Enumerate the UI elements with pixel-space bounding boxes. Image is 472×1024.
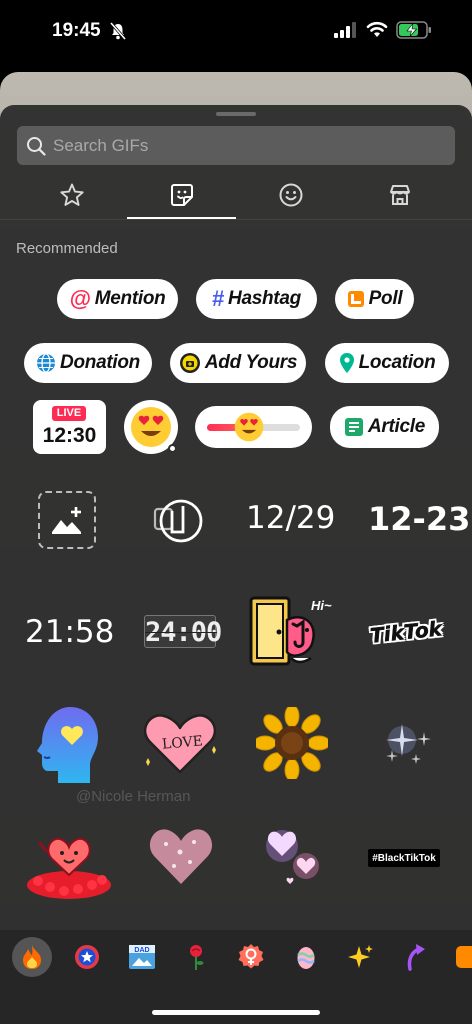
tray-item-arrow[interactable]: [396, 937, 436, 977]
sunflower-icon: [253, 704, 331, 782]
flip-clock-sticker[interactable]: 24:00: [144, 615, 222, 648]
wifi-icon: [366, 21, 388, 37]
heart-eyes-emoji-icon: [131, 407, 171, 447]
cellular-signal-icon: [334, 22, 356, 38]
video-watermark: @Nicole Herman: [76, 788, 191, 805]
sparkle-sticker[interactable]: [372, 710, 442, 774]
search-input[interactable]: [53, 126, 443, 165]
tray-item-trending[interactable]: [12, 937, 52, 977]
tab-store[interactable]: [345, 170, 455, 220]
tray-item-badge[interactable]: [67, 937, 107, 977]
glitter-heart-icon: [149, 829, 213, 884]
section-title: Recommended: [16, 240, 118, 257]
donation-label: Donation: [60, 352, 140, 373]
article-icon: [344, 418, 363, 436]
love-heart-sticker[interactable]: LOVE: [140, 710, 220, 774]
sticker-dot: [168, 444, 177, 453]
easter-egg-icon: [297, 947, 315, 969]
home-indicator: [152, 1010, 320, 1015]
female-sign-badge-icon: [238, 944, 264, 969]
black-tiktok-sticker[interactable]: #BlackTikTok: [368, 849, 440, 867]
hashtag-sticker[interactable]: # Hashtag: [196, 279, 317, 319]
hi-text: Hi~: [311, 598, 332, 613]
tray-item-dad[interactable]: DAD: [122, 937, 162, 977]
live-time: 12:30: [42, 424, 97, 447]
tab-stickers[interactable]: [127, 170, 237, 220]
hi-door-sticker[interactable]: Hi~: [247, 596, 339, 668]
mindful-head-sticker[interactable]: [36, 705, 100, 785]
tray-item-sparkles[interactable]: [341, 937, 381, 977]
mention-label: Mention: [94, 288, 166, 309]
add-yours-sticker[interactable]: Add Yours: [170, 343, 306, 383]
add-photo-sticker[interactable]: [38, 491, 96, 549]
emoji-sticker[interactable]: [124, 400, 178, 454]
add-image-icon: [52, 507, 81, 534]
head-heart-icon: [37, 707, 98, 783]
fire-icon: [23, 945, 41, 969]
sticker-icon: [171, 184, 193, 206]
glitter-heart-sticker[interactable]: [146, 822, 216, 888]
sparkle-icon: [386, 724, 431, 764]
add-yours-icon: [179, 353, 200, 373]
store-icon: [390, 185, 410, 205]
glowing-hearts-icon: [266, 830, 319, 884]
emoji-icon: [279, 183, 303, 207]
add-yours-label: Add Yours: [204, 352, 298, 373]
tab-emoji[interactable]: [236, 170, 346, 220]
search-bar[interactable]: [17, 126, 455, 165]
live-event-sticker[interactable]: LIVE 12:30: [33, 400, 106, 454]
date-sticker-1[interactable]: 12/29: [246, 500, 335, 536]
tray-item-female[interactable]: [231, 937, 271, 977]
tray-item-more[interactable]: [450, 937, 472, 977]
tray-item-rose[interactable]: [176, 937, 216, 977]
rose-icon: [190, 945, 204, 970]
dad-card-icon: DAD: [129, 945, 155, 969]
star-icon: [60, 183, 84, 206]
heart-character-icon: [27, 837, 111, 899]
glowing-hearts-sticker[interactable]: [262, 826, 324, 892]
sunflower-sticker[interactable]: [253, 704, 331, 782]
donation-sticker[interactable]: Donation: [24, 343, 152, 383]
live-badge: LIVE: [52, 406, 86, 421]
tab-favorites[interactable]: [17, 170, 127, 220]
star-badge-icon: [75, 945, 99, 969]
location-sticker[interactable]: Location: [325, 343, 449, 383]
date-sticker-2[interactable]: 12-23: [368, 500, 470, 538]
time-sticker-1[interactable]: 21:58: [25, 614, 114, 650]
globe-icon: [37, 353, 56, 373]
curved-arrow-icon: [407, 944, 425, 971]
location-pin-icon: [339, 353, 354, 373]
slider-emoji-icon: [234, 412, 264, 442]
bell-off-icon: [110, 22, 126, 40]
tray-item-easter[interactable]: [286, 937, 326, 977]
search-icon: [27, 137, 46, 156]
emoji-slider-sticker[interactable]: [195, 406, 312, 448]
partial-badge-icon: [456, 946, 472, 968]
hashtag-label: Hashtag: [228, 288, 301, 309]
cutout-icon: [153, 499, 203, 543]
status-bar: 19:45: [0, 0, 472, 60]
cutout-sticker[interactable]: [150, 496, 208, 546]
at-sign-icon: @: [69, 286, 91, 311]
sparkles-icon: [348, 945, 373, 968]
heart-character-sticker[interactable]: [24, 825, 114, 900]
poll-label: Poll: [368, 288, 403, 309]
location-label: Location: [358, 352, 436, 373]
status-time: 19:45: [52, 20, 101, 41]
tiktok-text: TikTok: [368, 616, 444, 648]
svg-text:DAD: DAD: [134, 947, 149, 954]
black-tiktok-text: #BlackTikTok: [372, 852, 436, 864]
tab-divider: [0, 219, 472, 220]
poll-icon: [347, 291, 364, 307]
battery-charging-icon: [396, 21, 431, 39]
poll-sticker[interactable]: Poll: [335, 279, 414, 319]
hashtag-icon: #: [212, 286, 225, 311]
flip-clock-split: [145, 632, 217, 633]
tab-bar: [0, 170, 472, 220]
sheet-grabber[interactable]: [216, 112, 256, 116]
mention-sticker[interactable]: @ Mention: [57, 279, 178, 319]
article-sticker[interactable]: Article: [330, 406, 439, 448]
article-label: Article: [367, 416, 426, 437]
